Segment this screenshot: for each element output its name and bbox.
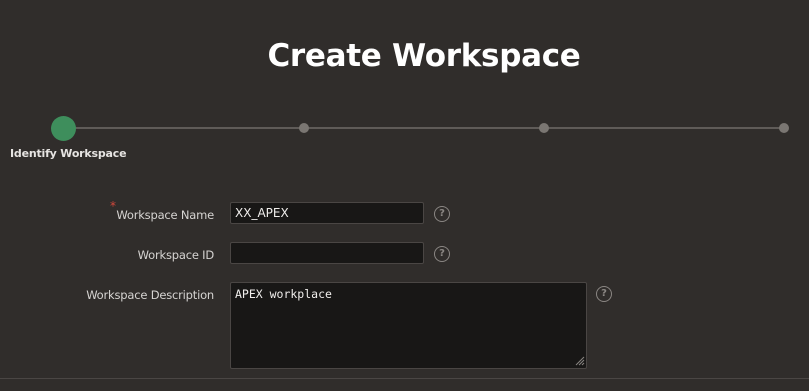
wizard-step-current [51,116,76,141]
footer-divider [0,378,809,379]
workspace-id-help-icon[interactable]: ? [434,246,450,262]
page-title: Create Workspace [267,38,581,74]
workspace-description-help-icon[interactable]: ? [596,286,612,302]
wizard-progress-track [63,127,784,129]
workspace-description-label: Workspace Description [86,288,214,302]
workspace-description-textarea[interactable]: APEX workplace [230,282,587,369]
workspace-id-input[interactable] [230,242,424,264]
required-indicator: * [110,199,116,213]
resize-grip-icon[interactable] [575,356,585,366]
wizard-step-3 [539,123,549,133]
workspace-name-help-icon[interactable]: ? [434,206,450,222]
workspace-name-label: Workspace Name [116,208,214,222]
wizard-step-label: Identify Workspace [10,147,127,160]
wizard-step-4 [779,123,789,133]
wizard-step-2 [299,123,309,133]
workspace-id-label: Workspace ID [137,248,215,262]
workspace-name-input[interactable] [230,202,424,224]
